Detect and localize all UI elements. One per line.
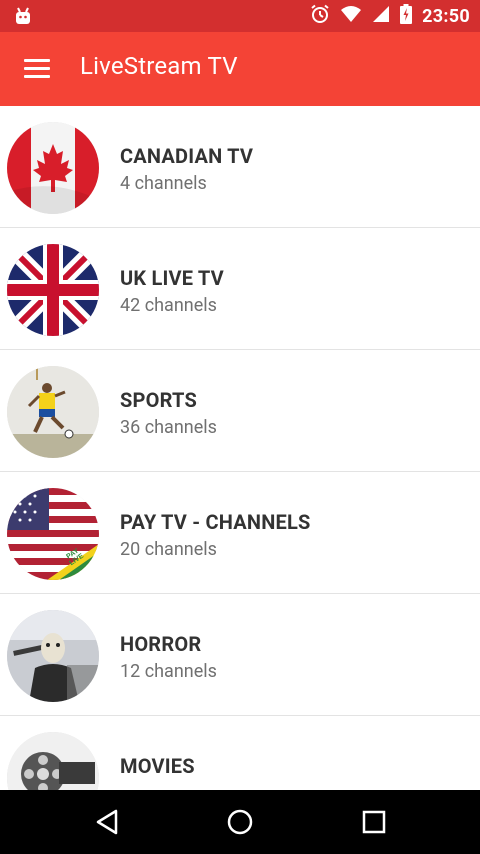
signal-icon (372, 5, 390, 27)
status-bar: 23:50 (0, 0, 480, 32)
status-time: 23:50 (422, 5, 470, 27)
category-item-horror[interactable]: HORROR 12 channels (0, 594, 480, 716)
channel-count: 36 channels (120, 417, 217, 438)
back-icon[interactable] (94, 808, 122, 836)
channel-count: 42 channels (120, 295, 217, 316)
category-list: CANADIAN TV 4 channels UK LIVE TV 42 cha… (0, 106, 480, 790)
alarm-icon (310, 4, 330, 28)
wifi-icon (340, 5, 362, 27)
soccer-player-thumbnail (7, 366, 99, 458)
category-title: UK LIVE TV (120, 266, 224, 290)
channel-count: 20 channels (120, 539, 217, 560)
film-reel-thumbnail (7, 732, 99, 790)
category-item-pay-tv-channels[interactable]: PAY LIVE PAY TV - CHANNELS 20 channels (0, 472, 480, 594)
channel-count: 4 channels (120, 173, 207, 194)
category-item-sports[interactable]: SPORTS 36 channels (0, 350, 480, 472)
channel-count: 12 channels (120, 661, 217, 682)
category-item-canadian-tv[interactable]: CANADIAN TV 4 channels (0, 106, 480, 228)
category-title: HORROR (120, 632, 202, 656)
menu-icon[interactable] (22, 56, 52, 82)
category-title: SPORTS (120, 388, 197, 412)
android-icon (14, 7, 32, 25)
category-title: CANADIAN TV (120, 144, 254, 168)
app-title: LiveStream TV (80, 52, 238, 80)
category-title: MOVIES (120, 754, 195, 778)
category-title: PAY TV - CHANNELS (120, 510, 311, 534)
home-icon[interactable] (226, 808, 254, 836)
battery-icon (400, 4, 413, 28)
category-item-uk-live-tv[interactable]: UK LIVE TV 42 channels (0, 228, 480, 350)
canada-flag-thumbnail (7, 122, 99, 214)
uk-flag-thumbnail (7, 244, 99, 336)
us-flag-pay-live-thumbnail: PAY LIVE (7, 488, 99, 580)
app-bar: LiveStream TV (0, 32, 480, 106)
category-item-movies[interactable]: MOVIES (0, 716, 480, 790)
horror-mask-thumbnail (7, 610, 99, 702)
recents-icon[interactable] (360, 808, 388, 836)
navigation-bar (0, 790, 480, 854)
